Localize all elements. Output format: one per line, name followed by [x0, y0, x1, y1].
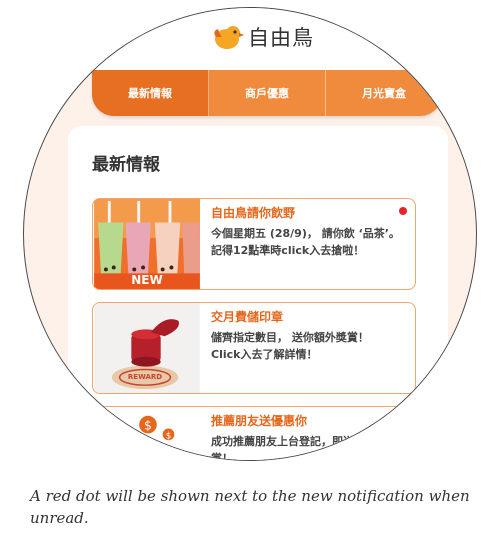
tab-merchant-offers[interactable]: 商戶優惠	[209, 70, 326, 116]
section-title: 最新情報	[92, 155, 160, 175]
notification-title: 交月費儲印章	[211, 310, 284, 324]
app-logo: 自由鳥	[212, 22, 314, 52]
app-name: 自由鳥	[248, 26, 314, 50]
svg-text:$: $	[144, 418, 152, 433]
tab-treasure-box[interactable]: 月光寶盒	[326, 70, 442, 116]
notification-item[interactable]: REWARD 交月費儲印章 儲齊指定數目， 送你額外獎賞！ Click入去了解詳…	[92, 302, 416, 394]
notification-item[interactable]: $ $ 推薦朋友送優惠你 成功推薦朋友上台登記，即送你額外獎賞！	[92, 406, 416, 461]
new-badge: NEW	[131, 273, 163, 287]
notification-item[interactable]: NEW 自由鳥請你飲野 今個星期五 (28/9)， 請你飲 ‘品茶’。記得12點…	[92, 198, 416, 290]
coins-icon: $ $	[94, 407, 200, 460]
notification-title: 推薦朋友送優惠你	[211, 414, 308, 428]
notification-body: 成功推薦朋友上台登記，即送你額外獎賞！	[211, 435, 398, 461]
news-panel: 最新情報 NEW 自由鳥請你飲野 今個星期五 (28/9)， 請你飲 ‘品茶’。…	[68, 126, 448, 461]
bird-logo-icon	[214, 26, 244, 49]
svg-text:$: $	[166, 431, 172, 441]
tab-bar: 最新情報 商戶優惠 月光寶盒	[92, 70, 442, 116]
notification-body: 今個星期五 (28/9)， 請你飲 ‘品茶’。記得12點準時click入去搶啦！	[211, 227, 400, 257]
tab-latest-news[interactable]: 最新情報	[92, 70, 209, 116]
caption-text: A red dot will be shown next to the new …	[30, 487, 470, 527]
unread-dot	[399, 207, 407, 215]
notification-link-text: Click入去了解詳情！	[211, 348, 318, 361]
stamp-label: REWARD	[127, 373, 163, 381]
notification-body: 儲齊指定數目， 送你額外獎賞！	[211, 331, 369, 344]
notification-title: 自由鳥請你飲野	[211, 206, 296, 220]
phone-viewport: 自由鳥 最新情報 商戶優惠 月光寶盒 最新情報 NEW 自由鳥請你飲野 今個星期…	[23, 7, 477, 461]
app-header: 自由鳥	[24, 8, 476, 70]
